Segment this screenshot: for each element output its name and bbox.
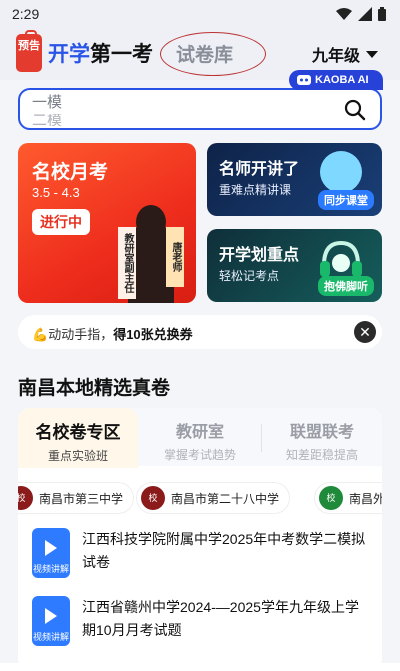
teacher-card-title: 名师开讲了 bbox=[219, 161, 300, 178]
paper-tabs: 名校卷专区 重点实验班 教研室 掌握考试趋势 联盟联考 知差距稳提高 bbox=[18, 408, 382, 468]
tab-alliance-exam[interactable]: 联盟联考 知差距稳提高 bbox=[262, 418, 382, 463]
teacher-title-sign: 教研室副主任 bbox=[118, 227, 136, 299]
school-name: 南昌外 bbox=[349, 491, 382, 506]
tab-sub: 重点实验班 bbox=[47, 449, 108, 463]
reward-tip-text: 💪动动手指，得10张兑换券 bbox=[32, 327, 193, 342]
paper-item[interactable]: 视频讲解 江西省赣州中学2024-—2025学年九年级上学期10月月考试题 bbox=[28, 596, 378, 654]
exam-banner-card[interactable]: 名校月考 3.5 - 4.3 进行中 教研室副主任 唐老师 bbox=[18, 143, 196, 303]
tab-famous-school[interactable]: 名校卷专区 重点实验班 bbox=[18, 408, 138, 468]
key-card-tag: 抱佛脚听 bbox=[318, 276, 374, 296]
headphones-icon bbox=[320, 240, 362, 277]
bottom-nav-peek bbox=[0, 663, 400, 671]
wifi-icon bbox=[336, 8, 352, 20]
exam-dates: 3.5 - 4.3 bbox=[32, 185, 80, 200]
tab-first-exam[interactable]: 开学第一考 bbox=[48, 38, 153, 68]
search-hint-next: 二模 bbox=[32, 114, 63, 126]
signal-icon bbox=[358, 7, 372, 21]
video-label: 视频讲解 bbox=[32, 564, 69, 574]
teacher-card-subtitle: 重难点精讲课 bbox=[219, 183, 292, 197]
teacher-lecture-card[interactable]: 名师开讲了 重难点精讲课 同步课堂 bbox=[207, 143, 382, 216]
teacher-name-sign: 唐老师 bbox=[166, 227, 184, 287]
key-card-title: 开学划重点 bbox=[219, 247, 300, 264]
video-doc-icon: 视频讲解 bbox=[32, 596, 70, 646]
tip-bold: 得10张兑换券 bbox=[113, 327, 193, 342]
battery-icon bbox=[378, 7, 386, 21]
school-logo-icon: 校 bbox=[319, 486, 343, 510]
key-points-card[interactable]: 开学划重点 轻松记考点 抱佛脚听 bbox=[207, 229, 382, 302]
school-chip[interactable]: 校 南昌外 bbox=[314, 482, 382, 514]
promo-tag[interactable]: 预告 bbox=[16, 30, 42, 72]
teacher-card-tag: 同步课堂 bbox=[318, 190, 374, 210]
tab-label: 教研室 bbox=[175, 424, 224, 441]
status-bar: 2:29 bbox=[0, 0, 400, 28]
reward-tip-bar[interactable]: 💪动动手指，得10张兑换券 ✕ bbox=[18, 315, 382, 349]
grade-label: 九年级 bbox=[311, 48, 360, 65]
exam-status-badge[interactable]: 进行中 bbox=[32, 209, 90, 235]
key-card-subtitle: 轻松记考点 bbox=[219, 269, 280, 283]
ai-badge-label: KAOBA AI bbox=[315, 74, 369, 86]
ai-icon bbox=[297, 75, 311, 85]
play-icon bbox=[45, 608, 57, 624]
school-chip[interactable]: 校 南昌市第二十八中学 bbox=[136, 482, 291, 514]
paper-title: 江西省赣州中学2024-—2025学年九年级上学期10月月考试题 bbox=[82, 599, 359, 638]
school-logo-icon: 校 bbox=[18, 486, 33, 510]
search-bar[interactable]: 一模 二模 bbox=[18, 88, 382, 130]
status-time: 2:29 bbox=[12, 6, 40, 22]
tab-research-office[interactable]: 教研室 掌握考试趋势 bbox=[140, 418, 260, 463]
ai-badge[interactable]: KAOBA AI bbox=[289, 70, 383, 90]
grade-selector[interactable]: 九年级 bbox=[312, 42, 378, 66]
paper-title: 江西科技学院附属中学2025年中考数学二模拟试卷 bbox=[82, 531, 366, 570]
tab-paper-library[interactable]: 试卷库 bbox=[176, 40, 233, 67]
tab-sub: 知差距稳提高 bbox=[285, 448, 358, 462]
mascot-icon bbox=[320, 151, 362, 193]
tab-label: 联盟联考 bbox=[289, 424, 354, 441]
school-logo-icon: 校 bbox=[141, 486, 165, 510]
title-rest: 第一考 bbox=[90, 43, 153, 66]
chevron-down-icon bbox=[366, 50, 378, 58]
tip-prefix: 动动手指， bbox=[48, 327, 114, 342]
title-highlight: 开学 bbox=[48, 43, 90, 66]
video-label: 视频讲解 bbox=[32, 632, 69, 642]
play-icon bbox=[45, 540, 57, 556]
search-hint: 一模 bbox=[32, 94, 63, 111]
school-chip[interactable]: 校 南昌市第三中学 bbox=[18, 482, 135, 514]
search-icon[interactable] bbox=[344, 99, 366, 121]
school-name: 南昌市第三中学 bbox=[39, 491, 124, 506]
close-icon[interactable]: ✕ bbox=[354, 321, 376, 343]
school-chip-row: 校 南昌市第三中学 校 南昌市第二十八中学 校 南昌外 bbox=[18, 482, 382, 518]
section-title: 南昌本地精选真卷 bbox=[18, 378, 171, 399]
school-name: 南昌市第二十八中学 bbox=[171, 491, 280, 506]
exam-title: 名校月考 bbox=[32, 162, 109, 183]
tab-sub: 掌握考试趋势 bbox=[163, 448, 236, 462]
tab-label: 名校卷专区 bbox=[35, 423, 121, 442]
local-papers-panel: 名校卷专区 重点实验班 教研室 掌握考试趋势 联盟联考 知差距稳提高 校 南昌市… bbox=[18, 408, 382, 671]
paper-item[interactable]: 视频讲解 江西科技学院附属中学2025年中考数学二模拟试卷 bbox=[28, 528, 378, 586]
video-doc-icon: 视频讲解 bbox=[32, 528, 70, 578]
status-icons bbox=[336, 7, 386, 21]
